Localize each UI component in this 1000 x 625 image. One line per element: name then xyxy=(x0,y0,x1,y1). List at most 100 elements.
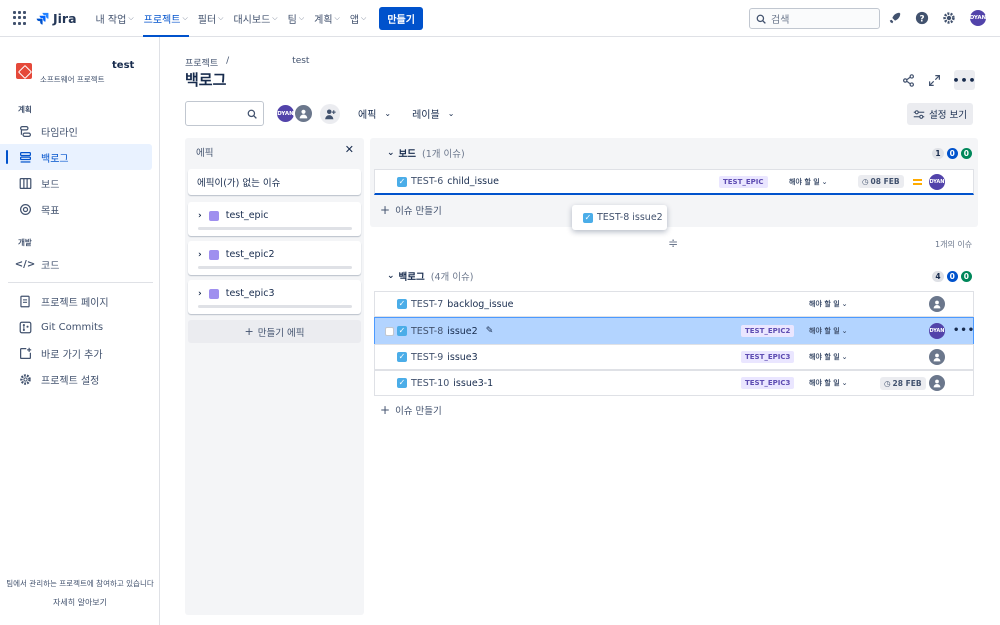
assignee-avatar[interactable]: DYAN xyxy=(929,174,945,190)
issue-row[interactable]: ✓ TEST-6 child_issue TEST_EPIC 해야 할 일 ⌄ ◷… xyxy=(374,169,974,195)
sidebar-item-timeline[interactable]: 타임라인 xyxy=(0,118,152,144)
label-filter-dropdown[interactable]: 레이블 ⌄ xyxy=(412,106,454,121)
due-date-badge: ◷ 28 FEB xyxy=(880,376,926,390)
issue-summary[interactable]: issue2 xyxy=(447,326,477,337)
chevron-down-icon[interactable]: ⌄ xyxy=(387,148,395,158)
notifications-rocket-icon[interactable] xyxy=(888,11,902,25)
issue-row[interactable]: ✓ TEST-10 issue3-1 TEST_EPIC3 해야 할 일 ⌄ ◷ 2… xyxy=(374,370,974,396)
issue-summary[interactable]: issue3-1 xyxy=(453,378,493,389)
unassigned-avatar[interactable] xyxy=(929,349,945,365)
issue-row-selected[interactable]: ✓ TEST-8 issue2 ✎ TEST_EPIC2 해야 할 일 ⌄ DYA… xyxy=(374,317,974,345)
settings-gear-icon xyxy=(18,372,32,386)
sidebar-item-add-shortcut[interactable]: 바로 가기 추가 xyxy=(0,340,152,366)
issue-summary[interactable]: issue3 xyxy=(447,352,477,363)
epic-label[interactable]: TEST_EPIC3 xyxy=(741,377,795,389)
epic-label[interactable]: TEST_EPIC xyxy=(719,175,768,188)
nav-dashboards[interactable]: 대시보드 ⌵ xyxy=(228,0,282,37)
close-icon[interactable]: ✕ xyxy=(345,144,354,159)
backlog-icon xyxy=(18,150,32,164)
more-actions-icon[interactable]: ••• xyxy=(953,325,975,336)
unassigned-avatar[interactable] xyxy=(929,375,945,391)
jira-logo[interactable]: Jira xyxy=(36,11,77,26)
sidebar-item-goals[interactable]: 목표 xyxy=(0,196,152,222)
sidebar-item-board[interactable]: 보드 xyxy=(0,170,152,196)
drag-handle-icon[interactable]: ≑ xyxy=(668,236,678,250)
status-label: 해야 할 일 xyxy=(809,327,840,335)
unassigned-avatar[interactable] xyxy=(293,103,314,124)
create-button[interactable]: 만들기 xyxy=(379,6,423,30)
chevron-right-icon[interactable]: › xyxy=(198,289,202,299)
breadcrumb-projects[interactable]: 프로젝트 xyxy=(185,56,218,69)
board-section-header[interactable]: ⌄ 보드 (1개 이슈) xyxy=(370,138,978,168)
backlog-section-header[interactable]: ⌄ 백로그 (4개 이슈) xyxy=(370,261,978,291)
backlog-search-input[interactable] xyxy=(185,101,264,126)
issue-key[interactable]: TEST-9 xyxy=(411,352,443,363)
nav-apps[interactable]: 앱 ⌵ xyxy=(345,0,372,37)
status-dropdown[interactable]: 해야 할 일 ⌄ xyxy=(789,177,828,187)
epic-card[interactable]: › test_epic2 xyxy=(188,241,361,275)
issue-key[interactable]: TEST-7 xyxy=(411,299,443,310)
sidebar-item-git-commits[interactable]: Git Commits xyxy=(0,314,152,340)
create-issue-button[interactable]: + 이슈 만들기 xyxy=(380,403,442,417)
issue-summary[interactable]: child_issue xyxy=(447,176,499,187)
sidebar-item-label: 프로젝트 페이지 xyxy=(41,297,109,309)
add-people-button[interactable] xyxy=(320,103,340,124)
epic-label[interactable]: TEST_EPIC3 xyxy=(741,351,795,363)
search-input[interactable]: 검색 xyxy=(749,8,880,29)
issue-row[interactable]: ✓ TEST-9 issue3 TEST_EPIC3 해야 할 일 ⌄ xyxy=(374,344,974,370)
issue-summary[interactable]: backlog_issue xyxy=(447,299,513,310)
backlog-section: ⌄ 백로그 (4개 이슈) 4 0 0 ✓ TEST-7 backlog_iss… xyxy=(370,261,978,421)
status-dropdown[interactable]: 해야 할 일 ⌄ xyxy=(809,378,848,388)
help-icon[interactable]: ? xyxy=(915,11,929,25)
edit-pencil-icon[interactable]: ✎ xyxy=(486,326,494,336)
row-select-checkbox[interactable] xyxy=(385,326,394,336)
sidebar-item-label: 타임라인 xyxy=(41,127,78,139)
issue-key[interactable]: TEST-10 xyxy=(411,378,449,389)
nav-plans[interactable]: 계획 ⌵ xyxy=(309,0,345,37)
view-settings-button[interactable]: 설정 보기 xyxy=(907,103,973,125)
nav-projects[interactable]: 프로젝트 ⌵ xyxy=(139,0,193,37)
status-dropdown[interactable]: 해야 할 일 ⌄ xyxy=(809,299,848,309)
nav-teams[interactable]: 팀 ⌵ xyxy=(283,0,310,37)
more-actions-button[interactable]: ••• xyxy=(952,70,976,90)
create-epic-button[interactable]: + 만들기 에픽 xyxy=(188,320,361,343)
issue-key[interactable]: TEST-6 xyxy=(411,176,443,187)
status-dropdown[interactable]: 해야 할 일 ⌄ xyxy=(809,326,848,336)
create-issue-button[interactable]: + 이슈 만들기 xyxy=(380,203,442,217)
sidebar-item-project-pages[interactable]: 프로젝트 페이지 xyxy=(0,288,152,314)
epic-card[interactable]: › test_epic xyxy=(188,202,361,236)
view-settings-label: 설정 보기 xyxy=(929,110,967,121)
status-dropdown[interactable]: 해야 할 일 ⌄ xyxy=(809,352,848,362)
fullscreen-icon[interactable] xyxy=(928,74,941,87)
project-header[interactable]: test 소프트웨어 프로젝트 xyxy=(0,37,159,85)
epic-filter-dropdown[interactable]: 에픽 ⌄ xyxy=(358,106,391,121)
sidebar-item-project-settings[interactable]: 프로젝트 설정 xyxy=(0,366,152,392)
board-icon xyxy=(18,176,32,190)
sidebar-item-code[interactable]: </> 코드 xyxy=(0,251,152,277)
dragged-issue-card[interactable]: ✓ TEST-8 issue2 xyxy=(572,205,667,230)
chevron-right-icon[interactable]: › xyxy=(198,211,202,221)
share-icon[interactable] xyxy=(902,73,915,87)
person-icon xyxy=(933,353,941,362)
sidebar-item-backlog[interactable]: 백로그 xyxy=(0,144,152,170)
issue-row[interactable]: ✓ TEST-7 backlog_issue 해야 할 일 ⌄ xyxy=(374,291,974,317)
person-icon xyxy=(299,109,308,119)
app-switcher-icon[interactable] xyxy=(13,11,27,25)
breadcrumb-project[interactable]: test xyxy=(292,56,309,69)
chevron-right-icon[interactable]: › xyxy=(198,250,202,260)
issues-without-epic[interactable]: 에픽이(가) 없는 이슈 xyxy=(188,169,361,195)
nav-your-work[interactable]: 내 작업 ⌵ xyxy=(91,0,139,37)
epic-label[interactable]: TEST_EPIC2 xyxy=(741,325,795,337)
chevron-down-icon[interactable]: ⌄ xyxy=(387,271,395,281)
learn-more-link[interactable]: 자세히 알아보기 xyxy=(0,597,160,608)
user-avatar[interactable]: DYAN xyxy=(969,9,987,27)
assignee-avatar[interactable]: DYAN xyxy=(929,323,945,339)
issue-key[interactable]: TEST-8 xyxy=(411,326,443,337)
epic-card[interactable]: › test_epic3 xyxy=(188,280,361,314)
unassigned-avatar[interactable] xyxy=(929,296,945,312)
sidebar-divider xyxy=(8,282,153,283)
nav-filters[interactable]: 필터 ⌵ xyxy=(193,0,229,37)
assignee-filter: DYAN xyxy=(275,103,314,124)
chevron-down-icon: ⌵ xyxy=(272,13,278,22)
settings-gear-icon[interactable] xyxy=(942,11,956,25)
